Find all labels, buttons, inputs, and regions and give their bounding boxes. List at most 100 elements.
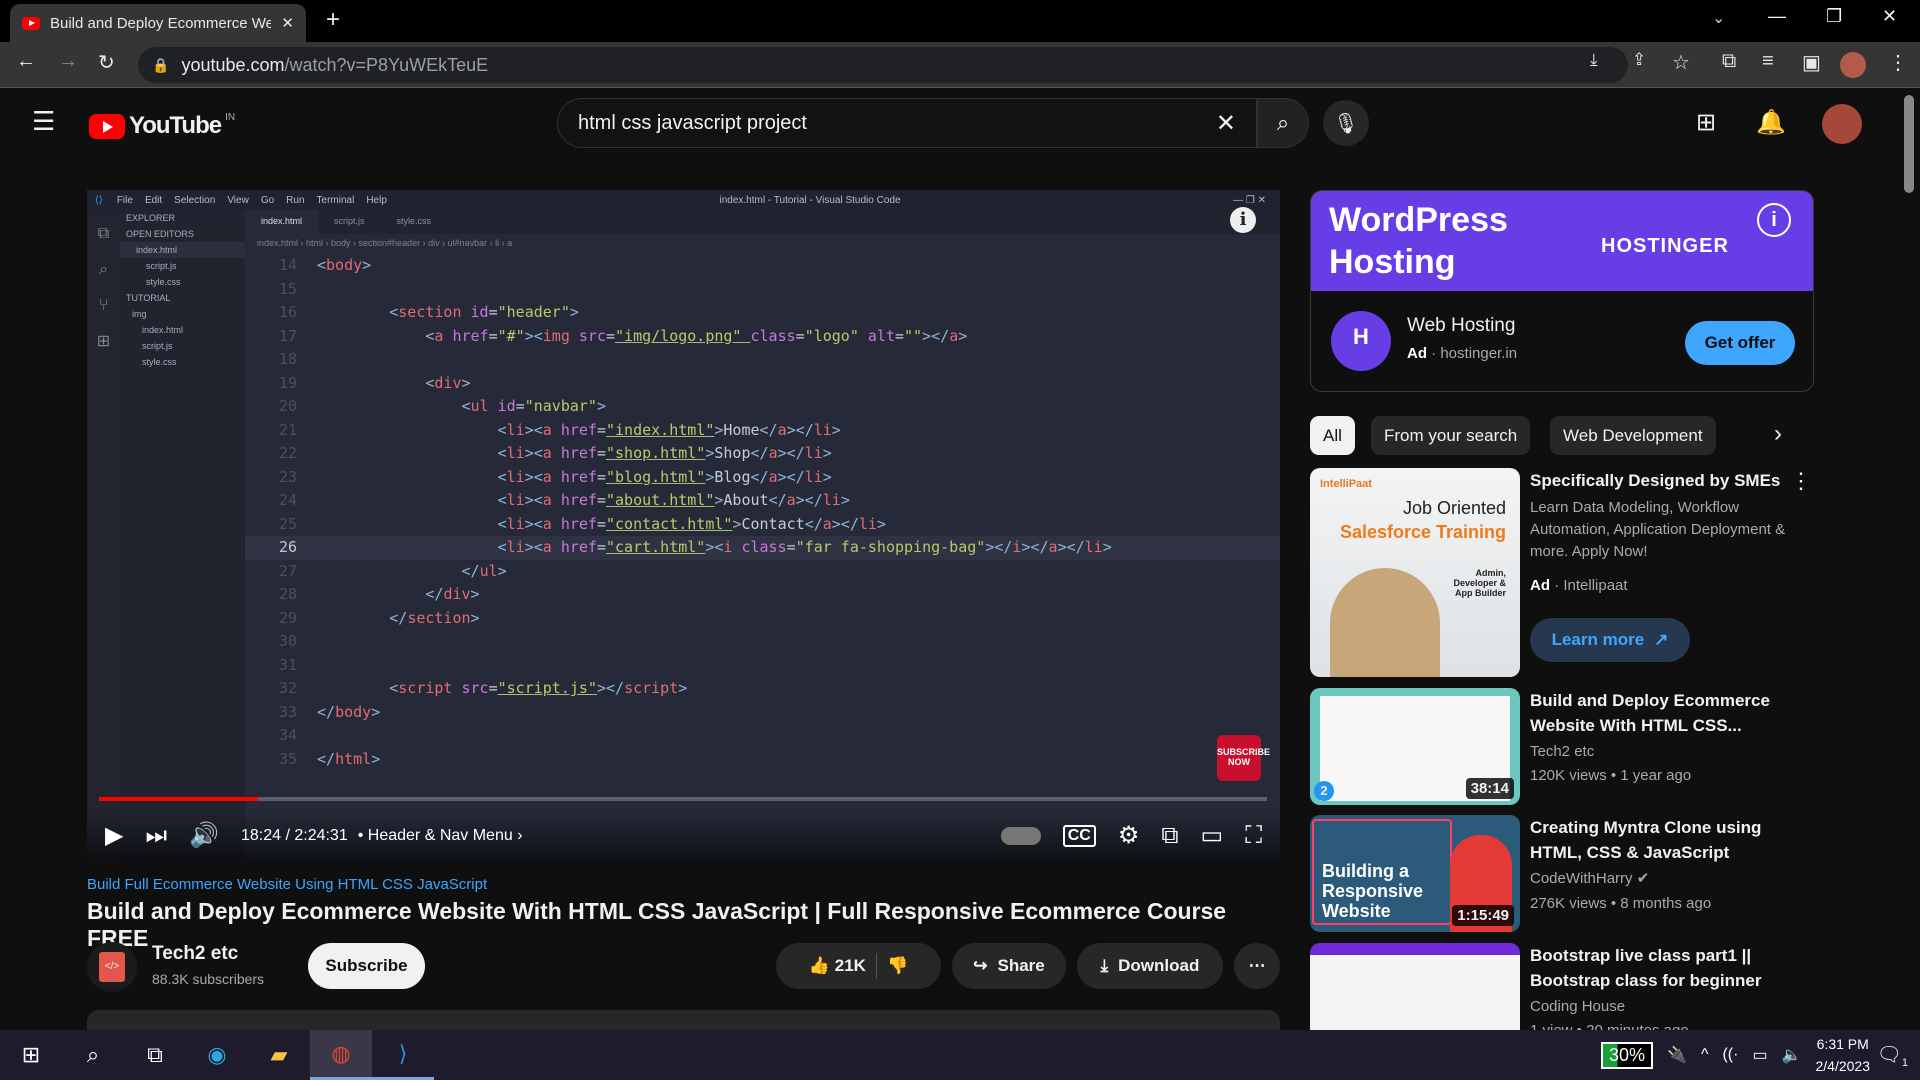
search-input[interactable]: html css javascript project ✕: [557, 98, 1257, 148]
volume-icon[interactable]: 🔊: [189, 821, 219, 850]
battery-icon[interactable]: ▭: [1752, 1045, 1767, 1065]
video-thumbnail[interactable]: 2 38:14: [1310, 688, 1520, 805]
next-icon[interactable]: ⏭: [145, 822, 167, 850]
chrome-icon[interactable]: ◍: [310, 1030, 372, 1080]
search-icon[interactable]: ⌕: [62, 1030, 124, 1080]
vscode-icon[interactable]: ⟩: [372, 1030, 434, 1080]
volume-icon[interactable]: 🔈: [1782, 1045, 1802, 1065]
dislike-button[interactable]: 👎: [887, 956, 908, 976]
video-info-icon[interactable]: i: [1230, 207, 1256, 233]
more-actions-button[interactable]: ⋯: [1234, 943, 1280, 989]
side-panel-icon[interactable]: ▣: [1802, 50, 1821, 75]
code-line: 24 <li><a href="about.html">About</a></l…: [245, 489, 1280, 513]
chips-next-icon[interactable]: ›: [1774, 420, 1782, 448]
voice-search-button[interactable]: 🎙: [1323, 100, 1369, 146]
video-thumbnail[interactable]: Building a Responsive Website 1:15:49: [1310, 815, 1520, 932]
restore-button[interactable]: ❐: [1826, 6, 1842, 27]
chip-web-development[interactable]: Web Development: [1550, 416, 1716, 455]
edge-icon[interactable]: ◉: [186, 1030, 248, 1080]
ad-label: Ad: [1530, 577, 1550, 594]
battery-indicator[interactable]: 30%: [1601, 1041, 1654, 1069]
browser-tab[interactable]: Build and Deploy Ecommerce We ✕: [10, 4, 306, 42]
hostinger-ad-card[interactable]: WordPress Hosting HOSTINGER i H Web Host…: [1310, 190, 1814, 392]
chip-all[interactable]: All: [1310, 416, 1355, 455]
fullscreen-icon[interactable]: ⛶: [1245, 822, 1262, 850]
profile-avatar[interactable]: [1840, 52, 1866, 78]
channel-name[interactable]: Tech2 etc: [152, 943, 238, 965]
search-button[interactable]: ⌕: [1257, 98, 1309, 148]
related-title[interactable]: Specifically Designed by SMEs: [1530, 468, 1800, 493]
video-progress-bar[interactable]: [99, 797, 1267, 801]
clock[interactable]: 6:31 PM 2/4/2023: [1816, 1033, 1871, 1077]
related-title[interactable]: Build and Deploy Ecommerce Website With …: [1530, 688, 1800, 738]
chrome-menu-icon[interactable]: ⋮: [1888, 50, 1908, 75]
code-token: ><: [524, 467, 543, 486]
video-thumbnail[interactable]: [1310, 943, 1520, 1043]
playlist-link[interactable]: Build Full Ecommerce Website Using HTML …: [87, 876, 487, 893]
code-token: ><: [524, 326, 543, 345]
show-hidden-icons[interactable]: ^: [1701, 1046, 1709, 1064]
clear-search-icon[interactable]: ✕: [1216, 109, 1236, 138]
get-offer-button[interactable]: Get offer: [1685, 321, 1795, 365]
wifi-icon[interactable]: ((·: [1722, 1046, 1738, 1064]
captions-icon[interactable]: CC: [1062, 824, 1096, 847]
related-channel[interactable]: Tech2 etc: [1530, 741, 1594, 763]
media-control-icon[interactable]: ≡: [1762, 50, 1774, 73]
more-vertical-icon[interactable]: ⋮: [1790, 468, 1812, 494]
page-scrollbar[interactable]: [1904, 95, 1914, 193]
chip-from-your-search[interactable]: From your search: [1371, 416, 1531, 455]
play-icon[interactable]: ▶: [105, 821, 123, 850]
close-window-button[interactable]: ✕: [1882, 6, 1897, 27]
ad-info-icon[interactable]: i: [1757, 203, 1791, 237]
related-title[interactable]: Bootstrap live class part1 || Bootstrap …: [1530, 943, 1800, 993]
vscode-titlebar: ⟨⟩ File Edit Selection View Go Run Terminal Hel…: [87, 190, 1280, 210]
notification-center-icon[interactable]: 🗨1: [1876, 1042, 1908, 1069]
explorer-item: TUTORIAL: [126, 293, 171, 303]
share-page-icon[interactable]: ⇪: [1632, 50, 1646, 70]
autoplay-toggle[interactable]: [1000, 826, 1041, 845]
back-icon[interactable]: ←: [16, 50, 36, 73]
close-tab-icon[interactable]: ✕: [281, 14, 294, 32]
tab-search-icon[interactable]: ⌄: [1712, 8, 1725, 28]
code-token: </: [461, 561, 480, 580]
hamburger-menu-icon[interactable]: ☰: [32, 106, 55, 137]
ad-domain: hostinger.in: [1440, 345, 1518, 362]
video-player[interactable]: ⟨⟩ File Edit Selection View Go Run Terminal Hel…: [87, 190, 1280, 861]
install-icon[interactable]: ⤓: [1590, 50, 1598, 70]
code-token: ><: [524, 444, 543, 462]
forward-icon[interactable]: →: [58, 50, 78, 73]
settings-gear-icon[interactable]: ⚙: [1118, 821, 1140, 850]
task-view-icon[interactable]: ⧉: [124, 1030, 186, 1080]
code-token: =: [596, 420, 606, 439]
code-token: "navbar": [524, 397, 597, 415]
file-explorer-icon[interactable]: ▰: [248, 1030, 310, 1080]
theater-mode-icon[interactable]: ▭: [1201, 821, 1224, 850]
download-button[interactable]: ⤓ Download: [1077, 943, 1223, 989]
like-button[interactable]: 👍 21K: [809, 956, 866, 976]
url-input[interactable]: 🔒 youtube.com/watch?v=P8YuWEkTeuE: [138, 47, 1628, 83]
notifications-bell-icon[interactable]: 🔔: [1756, 108, 1786, 137]
chapter-button[interactable]: • Header & Nav Menu ›: [358, 827, 523, 845]
create-video-icon[interactable]: ⊞: [1696, 108, 1716, 137]
reload-icon[interactable]: ↻: [98, 50, 115, 75]
subscribe-button[interactable]: Subscribe: [308, 943, 425, 989]
extensions-icon[interactable]: ⧉: [1722, 50, 1736, 73]
new-tab-button[interactable]: +: [326, 6, 340, 34]
code-token: li: [506, 514, 525, 533]
miniplayer-icon[interactable]: ⧉: [1161, 822, 1178, 850]
channel-avatar[interactable]: </>: [87, 942, 137, 992]
share-button[interactable]: ↪ Share: [952, 943, 1066, 989]
minimize-button[interactable]: —: [1768, 6, 1786, 27]
account-avatar[interactable]: [1822, 104, 1862, 144]
windows-start-icon[interactable]: ⊞: [0, 1030, 62, 1080]
related-channel[interactable]: Coding House: [1530, 996, 1625, 1018]
ad-thumbnail[interactable]: IntelliPaat Job Oriented Salesforce Trai…: [1310, 468, 1520, 677]
related-title[interactable]: Creating Myntra Clone using HTML, CSS & …: [1530, 815, 1800, 865]
learn-more-button[interactable]: Learn more ↗: [1530, 618, 1690, 662]
related-channel[interactable]: CodeWithHarry ✔: [1530, 868, 1649, 890]
explorer-item: index.html: [120, 242, 245, 258]
bookmark-star-icon[interactable]: ☆: [1672, 50, 1690, 75]
youtube-logo[interactable]: YouTube IN: [89, 112, 235, 140]
code-token: =: [515, 397, 525, 415]
ad-banner[interactable]: WordPress Hosting HOSTINGER i: [1311, 191, 1813, 291]
